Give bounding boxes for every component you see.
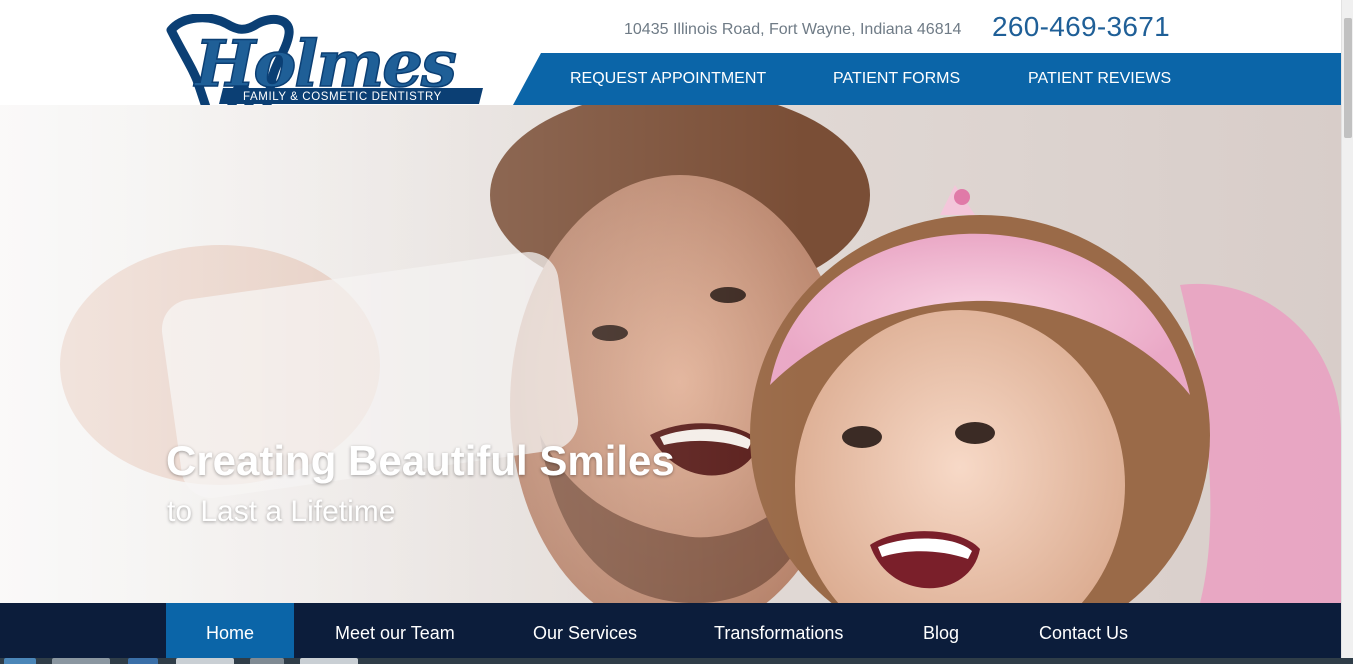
- phone-number[interactable]: 260-469-3671: [992, 11, 1170, 43]
- svg-text:FAMILY & COSMETIC DENTISTRY: FAMILY & COSMETIC DENTISTRY: [243, 91, 442, 103]
- nav-our-services-link[interactable]: Our Services: [533, 603, 637, 658]
- taskbar-app-icon[interactable]: [300, 658, 358, 664]
- address-text: 10435 Illinois Road, Fort Wayne, Indiana…: [624, 21, 962, 38]
- main-nav-bar: Home Meet our Team Our Services Transfor…: [0, 603, 1341, 658]
- scrollbar[interactable]: [1341, 0, 1353, 664]
- page: Holmes FAMILY & COSMETIC DENTISTRY 10435…: [0, 0, 1353, 664]
- nav-home-link[interactable]: Home: [166, 603, 294, 658]
- taskbar-app-icon[interactable]: [250, 658, 284, 664]
- nav-blog-link[interactable]: Blog: [923, 603, 959, 658]
- taskbar-app-icon[interactable]: [128, 658, 158, 664]
- nav-transformations-link[interactable]: Transformations: [714, 603, 843, 658]
- scrollbar-thumb[interactable]: [1344, 18, 1352, 138]
- hero-title: Creating Beautiful Smiles: [166, 437, 675, 484]
- start-button-icon[interactable]: [4, 658, 36, 664]
- os-taskbar: [0, 658, 1353, 664]
- taskbar-app-icon[interactable]: [52, 658, 110, 664]
- patient-forms-link[interactable]: PATIENT FORMS: [833, 70, 960, 88]
- hero-banner: Creating Beautiful Smiles to Last a Life…: [0, 105, 1341, 603]
- patient-reviews-link[interactable]: PATIENT REVIEWS: [1028, 70, 1171, 88]
- nav-meet-our-team-link[interactable]: Meet our Team: [335, 603, 455, 658]
- request-appointment-link[interactable]: REQUEST APPOINTMENT: [570, 70, 766, 88]
- taskbar-browser-icon[interactable]: [176, 658, 234, 664]
- top-nav-bar: REQUEST APPOINTMENT PATIENT FORMS PATIEN…: [513, 53, 1341, 105]
- nav-contact-us-link[interactable]: Contact Us: [1039, 603, 1128, 658]
- hero-subtitle: to Last a Lifetime: [167, 495, 396, 528]
